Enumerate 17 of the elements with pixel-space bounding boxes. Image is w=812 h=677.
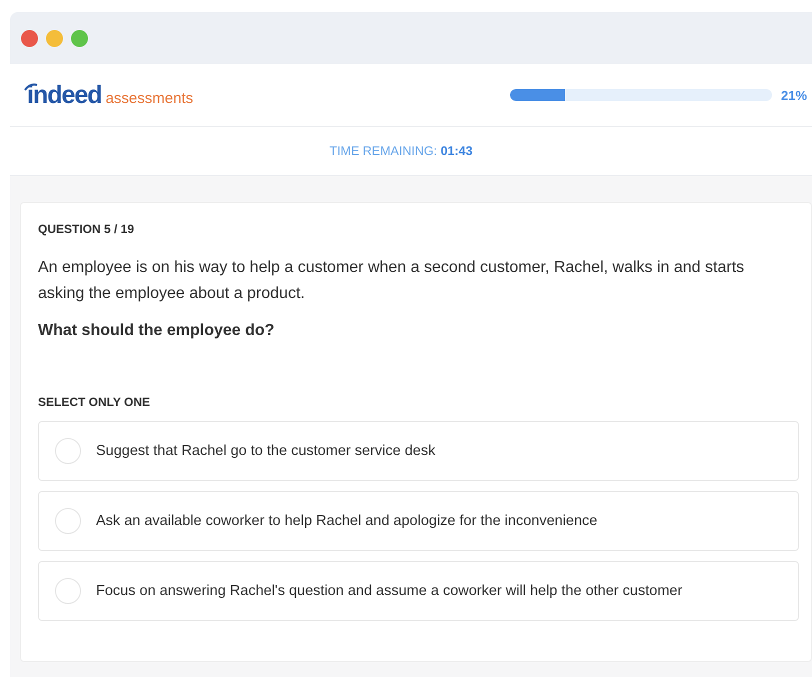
radio-button[interactable] (55, 508, 81, 534)
window-control-icon[interactable] (46, 30, 63, 46)
progress-percent: 21% (781, 88, 808, 102)
answer-option[interactable]: Suggest that Rachel go to the customer service desk (38, 421, 799, 481)
window-control-icon[interactable] (21, 30, 38, 46)
answer-option[interactable]: Focus on answering Rachel's question and assume a coworker will help the other customer (38, 561, 799, 621)
question-counter: QUESTION 5 / 19 (38, 222, 136, 236)
window-control-icon[interactable] (71, 30, 88, 46)
time-remaining: TIME REMAINING: 01:43 (329, 144, 473, 158)
radio-button[interactable] (55, 438, 81, 464)
logo-suffix: assessments (106, 90, 194, 106)
radio-button[interactable] (55, 578, 81, 604)
logo-wordmark: indeed (27, 80, 102, 110)
question-text: An employee is on his way to help a customer when a second customer, Rachel, walks in and starts asking the employee about a product. (38, 258, 746, 304)
question-prompt: What should the employee do? (38, 322, 276, 340)
answer-option[interactable]: Ask an available coworker to help Rachel and apologize for the inconvenience (38, 491, 799, 551)
instruction-label: SELECT ONLY ONE (38, 395, 152, 409)
